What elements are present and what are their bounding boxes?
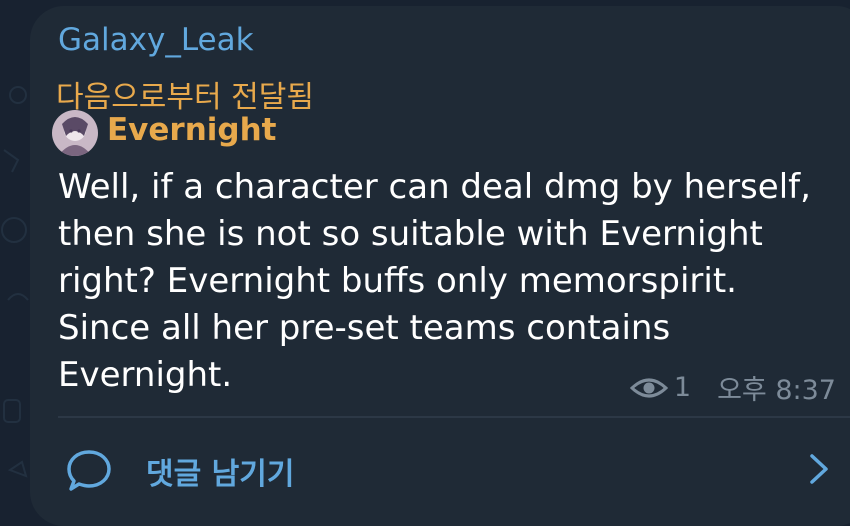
forwarded-from-label: 다음으로부터 전달됨 (56, 80, 314, 115)
message-line: then she is not so suitable with Evernig… (58, 214, 763, 254)
forward-source-name[interactable]: Evernight (107, 112, 276, 148)
view-count: 1 (673, 372, 692, 403)
message-text: Well, if a character can deal dmg by her… (58, 164, 848, 399)
chevron-right-icon (810, 454, 828, 484)
message-line: Well, if a character can deal dmg by her… (58, 167, 811, 207)
message-line: right? Evernight buffs only memorspirit. (58, 261, 737, 301)
leave-comment-label: 댓글 남기기 (146, 457, 295, 492)
eye-icon (629, 378, 668, 397)
comment-bubble-icon (67, 450, 111, 491)
leave-comment-button[interactable]: 댓글 남기기 (30, 418, 850, 512)
forward-source-avatar[interactable] (52, 110, 98, 156)
message-time: 오후 8:37 (717, 375, 836, 406)
channel-name[interactable]: Galaxy_Leak (58, 22, 254, 58)
message-meta: 1 오후 8:37 (629, 368, 836, 407)
message-line: Since all her pre-set teams contains (58, 308, 671, 348)
